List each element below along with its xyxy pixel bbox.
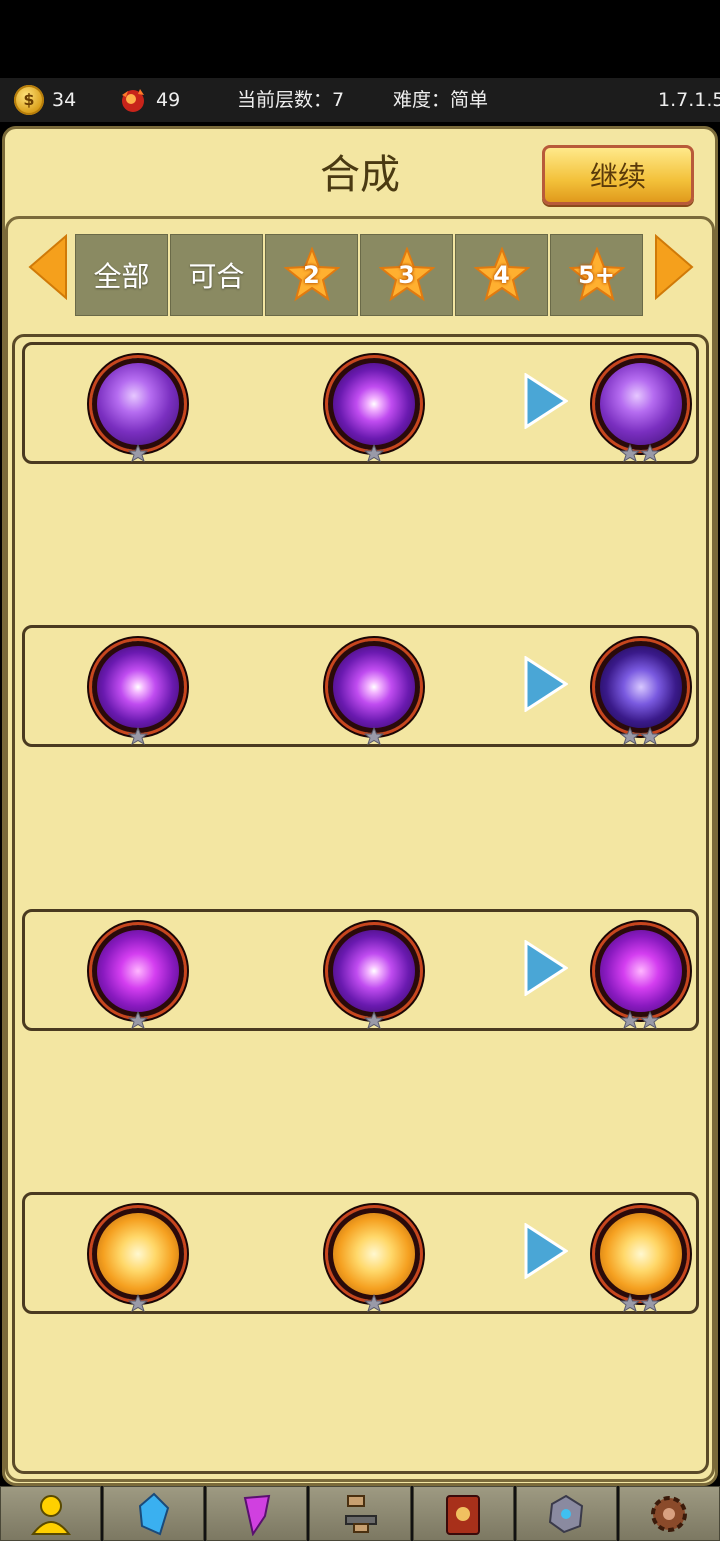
star-rating-icon [128, 1294, 148, 1312]
tab-star-4[interactable]: 4 [455, 234, 548, 316]
gem-counter: 49 [118, 78, 180, 122]
star-rating-icon [620, 444, 660, 462]
nav-settings-button[interactable] [618, 1486, 720, 1541]
gem-count: 49 [156, 89, 181, 111]
star-tab-label: 3 [398, 261, 415, 289]
tab-scroll-left-icon[interactable] [26, 234, 70, 300]
lightning-orb-icon[interactable] [595, 358, 687, 450]
anvil-icon [344, 1494, 377, 1533]
purple-vortex-orb-icon[interactable] [92, 925, 184, 1017]
play-arrow-icon [524, 373, 568, 429]
purple-burst-orb-icon[interactable] [328, 358, 420, 450]
star-icon: 4 [473, 247, 530, 303]
star-rating-icon [364, 1011, 384, 1029]
difficulty-label: 难度：简单 [393, 89, 489, 111]
nav-rune-stone-button[interactable] [515, 1486, 617, 1541]
star-rating-icon [128, 444, 148, 462]
version-label: 1.7.1.5 [658, 89, 720, 111]
play-arrow-icon [524, 656, 568, 712]
purple-vortex-orb-icon[interactable] [595, 925, 687, 1017]
purple-cell-orb-icon[interactable] [595, 641, 687, 733]
purple-burst-orb-icon[interactable] [92, 641, 184, 733]
play-arrow-icon [524, 1223, 568, 1279]
floor-label: 当前层数：7 [237, 89, 345, 111]
star-rating-icon [620, 1011, 660, 1029]
gear-icon [651, 1495, 688, 1532]
purple-burst-orb-icon[interactable] [328, 925, 420, 1017]
tab-scroll-right-icon[interactable] [652, 234, 696, 300]
star-icon: 5+ [568, 247, 625, 303]
lightning-orb-icon[interactable] [92, 358, 184, 450]
star-tab-label: 4 [493, 261, 510, 289]
star-rating-icon [128, 727, 148, 745]
star-icon: 3 [378, 247, 435, 303]
star-icon: 2 [283, 247, 340, 303]
nav-spellbook-button[interactable] [412, 1486, 514, 1541]
fire-gem-icon [122, 89, 144, 112]
coin-icon: $ [14, 85, 44, 115]
tab-star-5plus[interactable]: 5+ [550, 234, 643, 316]
star-rating-icon [620, 727, 660, 745]
star-tab-label: 5+ [578, 261, 615, 289]
status-bar: $ 34 49 当前层数：7 难度：简单 1.7.1.5 [0, 78, 720, 122]
star-rating-icon [620, 1294, 660, 1312]
fire-burst-orb-icon[interactable] [92, 1208, 184, 1300]
filter-tabs: 全部 可合 2 3 4 5+ [75, 234, 643, 316]
star-rating-icon [364, 444, 384, 462]
coin-count: 34 [52, 89, 77, 111]
tab-star-3[interactable]: 3 [360, 234, 453, 316]
star-rating-icon [128, 1011, 148, 1029]
purple-burst-orb-icon[interactable] [328, 641, 420, 733]
nav-anvil-button[interactable] [309, 1486, 411, 1541]
tab-combinable[interactable]: 可合 [170, 234, 263, 316]
crystal-icon [138, 1492, 169, 1535]
star-rating-icon [364, 727, 384, 745]
coin-counter: $ 34 [14, 78, 76, 122]
bottom-nav [0, 1486, 720, 1541]
continue-button[interactable]: 继续 [542, 145, 694, 205]
purple-gem-icon [243, 1494, 271, 1536]
nav-hero-button[interactable] [0, 1486, 102, 1541]
spellbook-icon [446, 1494, 481, 1535]
fire-burst-orb-icon[interactable] [328, 1208, 420, 1300]
fire-burst-orb-icon[interactable] [595, 1208, 687, 1300]
nav-crystal-button[interactable] [103, 1486, 205, 1541]
nav-purple-gem-button[interactable] [206, 1486, 308, 1541]
rune-stone-icon [549, 1494, 584, 1533]
play-arrow-icon [524, 940, 568, 996]
tab-all[interactable]: 全部 [75, 234, 168, 316]
hero-icon [30, 1494, 71, 1535]
star-rating-icon [364, 1294, 384, 1312]
star-tab-label: 2 [303, 261, 320, 289]
tab-star-2[interactable]: 2 [265, 234, 358, 316]
